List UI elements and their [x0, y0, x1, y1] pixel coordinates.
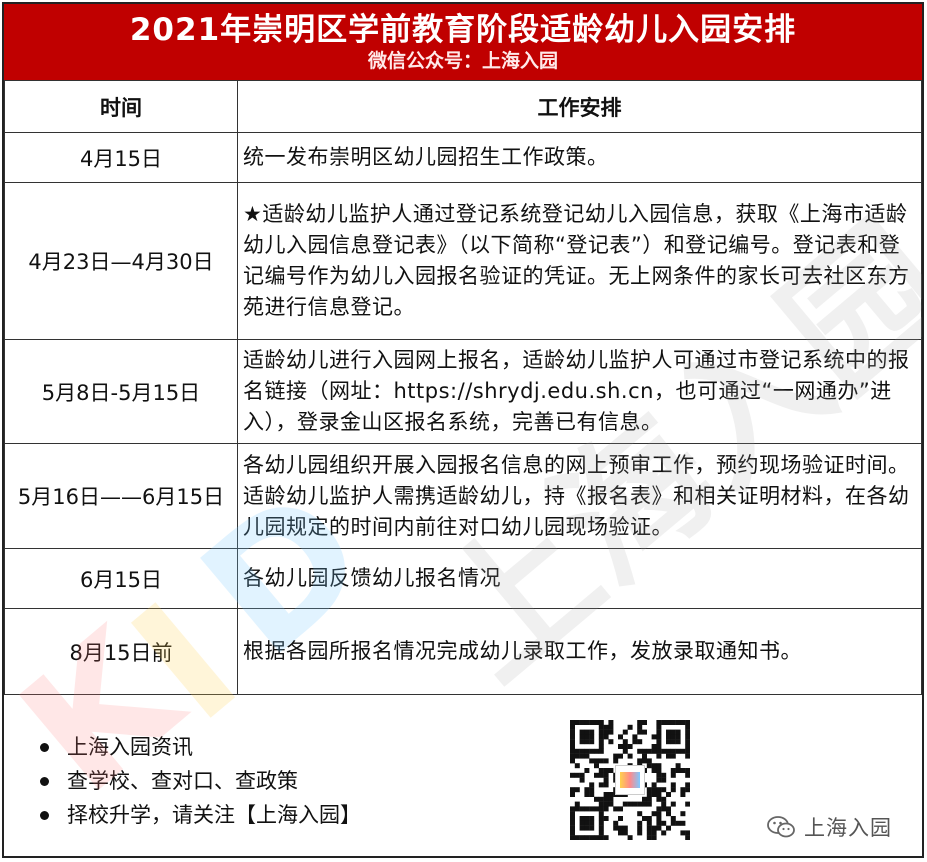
wechat-account-name: 上海入园	[804, 816, 892, 840]
time-cell: 8月15日前	[4, 608, 238, 695]
table-row: 8月15日前 根据各园所报名情况完成幼儿录取工作，发放录取通知书。	[4, 608, 922, 695]
qr-logo	[615, 765, 645, 795]
arrangement-cell: ★适龄幼儿监护人通过登记系统登记幼儿入园信息，获取《上海市适龄幼儿入园信息登记表…	[237, 182, 922, 340]
table-row: 5月16日——6月15日 各幼儿园组织开展入园报名信息的网上预审工作，预约现场验…	[4, 443, 922, 549]
bullet-text: 查学校、查对口、查政策	[67, 769, 298, 793]
table-row: 6月15日 各幼儿园反馈幼儿报名情况	[4, 548, 922, 609]
bullet-dot-icon	[40, 776, 49, 786]
column-header-time: 时间	[4, 80, 238, 133]
wechat-account-tag: 上海入园	[766, 812, 892, 842]
bullet-dot-icon	[40, 810, 49, 820]
table-row: 5月8日-5月15日 适龄幼儿进行入园网上报名，适龄幼儿监护人可通过市登记系统中…	[4, 339, 922, 444]
arrangement-cell: 各幼儿园组织开展入园报名信息的网上预审工作，预约现场验证时间。适龄幼儿监护人需携…	[237, 443, 922, 549]
arrangement-cell: 统一发布崇明区幼儿园招生工作政策。	[237, 132, 922, 183]
list-item: 择校升学，请关注【上海入园】	[40, 798, 361, 832]
time-cell: 4月23日—4月30日	[4, 182, 238, 340]
arrangement-cell: 各幼儿园反馈幼儿报名情况	[237, 548, 922, 609]
page-subtitle: 微信公众号：上海入园	[367, 50, 558, 72]
bullet-dot-icon	[40, 742, 49, 752]
page-title: 2021年崇明区学前教育阶段适龄幼儿入园安排	[129, 12, 797, 48]
header-banner: 2021年崇明区学前教育阶段适龄幼儿入园安排 微信公众号：上海入园	[4, 4, 922, 80]
bullet-text: 上海入园资讯	[67, 735, 193, 759]
time-cell: 6月15日	[4, 548, 238, 609]
bullet-text: 择校升学，请关注【上海入园】	[67, 803, 361, 827]
schedule-sheet: 2021年崇明区学前教育阶段适龄幼儿入园安排 微信公众号：上海入园 时间 工作安…	[2, 2, 924, 858]
column-header-arrangement: 工作安排	[237, 80, 922, 133]
qr-code-icon	[570, 720, 691, 841]
promo-bullet-list: 上海入园资讯 查学校、查对口、查政策 择校升学，请关注【上海入园】	[40, 730, 361, 832]
list-item: 查学校、查对口、查政策	[40, 764, 361, 798]
table-row: 4月23日—4月30日 ★适龄幼儿监护人通过登记系统登记幼儿入园信息，获取《上海…	[4, 182, 922, 340]
table-header-row: 时间 工作安排	[4, 80, 922, 133]
wechat-icon	[767, 816, 795, 838]
list-item: 上海入园资讯	[40, 730, 361, 764]
time-cell: 5月8日-5月15日	[4, 339, 238, 444]
table-row: 4月15日 统一发布崇明区幼儿园招生工作政策。	[4, 132, 922, 183]
footer-promo: 上海入园资讯 查学校、查对口、查政策 择校升学，请关注【上海入园】 上海入园	[4, 694, 922, 856]
time-cell: 4月15日	[4, 132, 238, 183]
arrangement-cell: 适龄幼儿进行入园网上报名，适龄幼儿监护人可通过市登记系统中的报名链接（网址：ht…	[237, 339, 922, 444]
schedule-table: 时间 工作安排 4月15日 统一发布崇明区幼儿园招生工作政策。 4月23日—4月…	[4, 80, 922, 695]
time-cell: 5月16日——6月15日	[4, 443, 238, 549]
arrangement-cell: 根据各园所报名情况完成幼儿录取工作，发放录取通知书。	[237, 608, 922, 695]
